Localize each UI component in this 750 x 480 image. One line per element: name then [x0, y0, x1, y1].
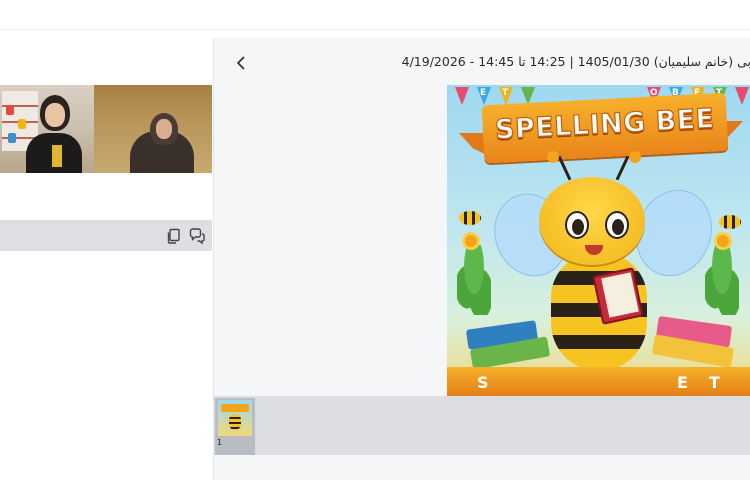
video-tile-student[interactable] [94, 85, 212, 173]
thumbnail-number: 1 [217, 438, 223, 447]
bunting-flag: T [499, 87, 513, 105]
mini-bee [459, 211, 481, 225]
session-title: بی (خانم سلیمیان) 1405/01/30 | 14:25 تا … [401, 54, 750, 69]
bunting-letter: E [480, 88, 487, 98]
lanyard [52, 145, 62, 167]
toy [18, 119, 26, 129]
video-strip [0, 85, 212, 173]
bottom-ribbon [447, 367, 750, 396]
participant-face [156, 119, 172, 139]
bunting-flag: E [477, 87, 491, 105]
flower [717, 235, 729, 247]
video-tile-teacher[interactable] [0, 85, 94, 173]
left-panel [0, 38, 212, 480]
thumbnail-banner [221, 404, 249, 412]
slide-headline: SPELLING BEE [494, 103, 716, 147]
plant [705, 245, 739, 315]
bee-antenna [557, 155, 572, 181]
toy [8, 133, 16, 143]
bee-eye [605, 211, 629, 239]
antenna-tip [547, 151, 559, 163]
ribbon-letter: T [709, 373, 720, 392]
bee-antenna [615, 155, 630, 181]
slide-thumbnail-strip: 1 [214, 396, 750, 455]
thumbnail-image [218, 400, 252, 436]
bee-eye [565, 211, 589, 239]
toy [6, 105, 14, 115]
ribbon-letter: E [677, 373, 688, 392]
presentation-panel: بی (خانم سلیمیان) 1405/01/30 | 14:25 تا … [213, 38, 750, 480]
mini-bee [719, 215, 741, 229]
antenna-tip [629, 151, 641, 163]
slide-thumbnail[interactable]: 1 [215, 398, 255, 455]
slide-image: E T O B F T SPELLING BEE [447, 85, 750, 396]
thumbnail-bee [229, 414, 241, 430]
top-bar [0, 0, 750, 38]
copy-icon[interactable] [165, 227, 183, 245]
title-banner: SPELLING BEE [481, 92, 729, 164]
bunting-flag [455, 87, 469, 105]
classroom-app: بی (خانم سلیمیان) 1405/01/30 | 14:25 تا … [0, 0, 750, 480]
presentation-header: بی (خانم سلیمیان) 1405/01/30 | 14:25 تا … [214, 38, 750, 86]
left-toolbar [0, 220, 212, 251]
bunting-flag [735, 87, 749, 105]
top-divider [0, 29, 750, 30]
flower [465, 235, 477, 247]
chat-icon[interactable] [188, 227, 206, 245]
participant-face [45, 103, 65, 127]
plant [457, 245, 491, 315]
ribbon-letter: S [477, 373, 489, 392]
bunting-letter: T [502, 88, 509, 98]
